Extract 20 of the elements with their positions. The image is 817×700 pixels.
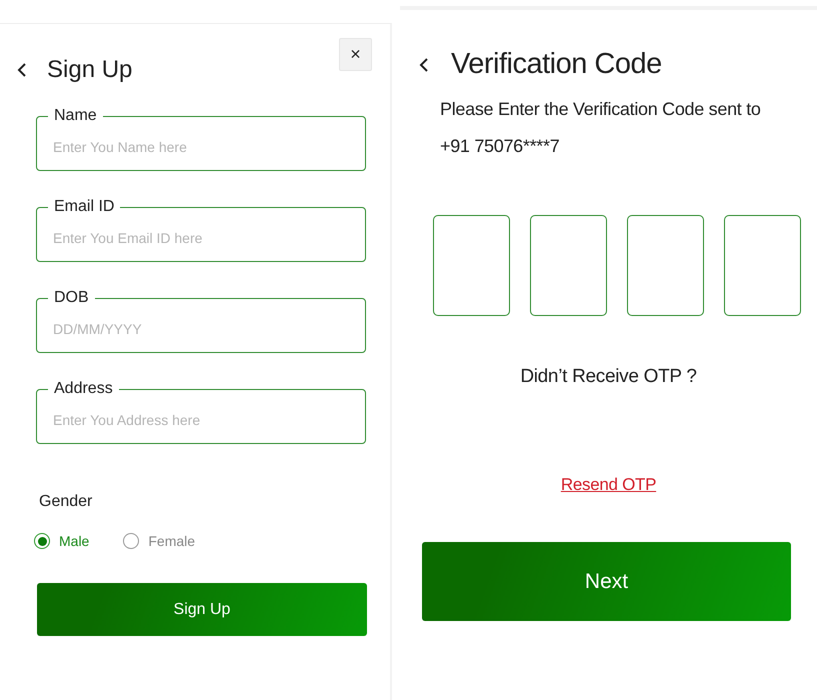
radio-button[interactable] — [123, 533, 140, 549]
otp-digit-field[interactable] — [724, 215, 801, 316]
radio-label[interactable]: Male — [59, 533, 90, 549]
otp-digit-field[interactable] — [627, 215, 704, 316]
next-button[interactable]: Next — [422, 542, 791, 621]
radio-label[interactable]: Female — [148, 533, 196, 549]
page-title: Sign Up — [47, 56, 132, 84]
close-button[interactable]: × — [339, 38, 372, 71]
phone-number: +91 75076****7 — [440, 135, 560, 158]
otp-digit-field[interactable] — [530, 215, 607, 316]
back-icon[interactable] — [17, 62, 27, 78]
resend-otp-link[interactable]: Resend OTP — [560, 475, 656, 494]
page-title: Verification Code — [451, 48, 662, 81]
instruction-text: Please Enter the Verification Code sent to — [440, 98, 762, 121]
otp-digit-field[interactable] — [433, 215, 510, 316]
radio-button[interactable] — [34, 533, 50, 549]
gender-label: Gender — [39, 493, 94, 511]
no-otp-text: Didn’t Receive OTP ? — [520, 366, 697, 387]
back-icon[interactable] — [419, 56, 429, 72]
sign-up-button[interactable]: Sign Up — [37, 583, 367, 636]
